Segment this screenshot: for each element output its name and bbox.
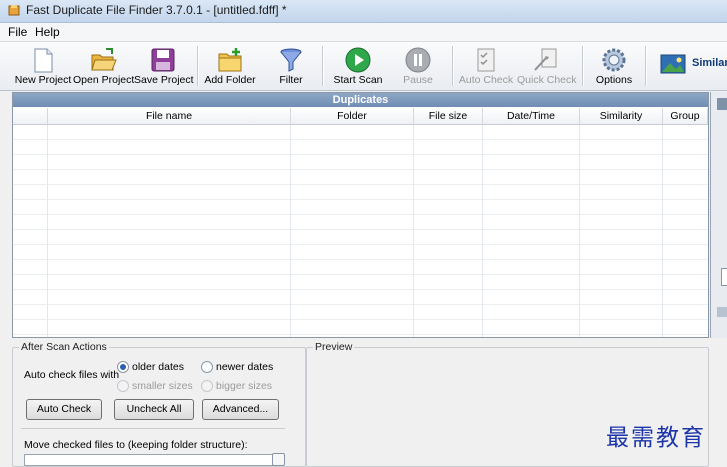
move-files-label: Move checked files to (keeping folder st…	[24, 439, 248, 451]
window-title: Fast Duplicate File Finder 3.7.0.1 - [un…	[26, 3, 287, 17]
bigger-sizes-label: bigger sizes	[216, 380, 273, 392]
options-button[interactable]: Options	[592, 44, 636, 88]
save-disk-icon	[151, 48, 175, 72]
gear-icon	[602, 48, 626, 72]
open-project-button[interactable]: Open Project	[73, 44, 134, 88]
side-panel-divider	[717, 307, 727, 317]
start-scan-button[interactable]: Start Scan	[330, 44, 386, 88]
column-date-time[interactable]: Date/Time	[483, 108, 580, 125]
older-dates-label: older dates	[132, 361, 184, 373]
side-panel	[710, 92, 727, 338]
quick-check-icon	[534, 48, 557, 71]
side-panel-control[interactable]	[721, 268, 727, 286]
pause-icon	[405, 47, 431, 73]
title-bar: Fast Duplicate File Finder 3.7.0.1 - [un…	[0, 0, 727, 23]
newer-dates-label: newer dates	[216, 361, 274, 373]
auto-check-action-button[interactable]: Auto Check	[26, 399, 102, 420]
checkbox-column-header[interactable]	[13, 108, 48, 125]
divider	[21, 428, 285, 429]
menu-bar: File Help	[0, 23, 727, 42]
menu-help[interactable]: Help	[35, 25, 60, 39]
filter-button[interactable]: Filter	[268, 44, 314, 88]
after-scan-actions-group: After Scan Actions Auto check files with…	[12, 341, 306, 467]
add-folder-button[interactable]: Add Folder	[203, 44, 257, 88]
quick-check-button[interactable]: Quick Check	[517, 44, 577, 88]
add-folder-icon	[218, 48, 242, 72]
uncheck-all-button[interactable]: Uncheck All	[114, 399, 194, 420]
column-group[interactable]: Group	[663, 108, 708, 125]
app-icon	[8, 5, 20, 16]
toolbar: New Project Open Project Save Project Ad…	[0, 42, 727, 91]
duplicates-grid-rows[interactable]	[13, 125, 708, 337]
duplicates-header: Duplicates	[13, 93, 708, 107]
after-scan-actions-title: After Scan Actions	[19, 341, 109, 353]
move-destination-input[interactable]	[24, 454, 274, 466]
auto-check-label: Auto check files with	[24, 369, 120, 381]
column-file-name[interactable]: File name	[48, 108, 291, 125]
browse-button[interactable]	[272, 453, 285, 466]
play-icon	[345, 47, 371, 73]
watermark-text: 最需教育	[606, 425, 706, 451]
smaller-sizes-label: smaller sizes	[132, 380, 193, 392]
column-file-size[interactable]: File size	[414, 108, 483, 125]
column-folder[interactable]: Folder	[291, 108, 414, 125]
older-dates-radio[interactable]	[117, 361, 129, 373]
pause-button[interactable]: Pause	[392, 44, 444, 88]
checklist-icon	[477, 48, 495, 72]
similar-images-icon	[660, 54, 686, 74]
advanced-button[interactable]: Advanced...	[202, 399, 279, 420]
smaller-sizes-radio[interactable]	[117, 380, 129, 392]
newer-dates-radio[interactable]	[201, 361, 213, 373]
open-folder-icon	[91, 48, 117, 71]
save-project-button[interactable]: Save Project	[134, 44, 194, 88]
similar-label: Similar	[692, 57, 727, 69]
preview-title: Preview	[313, 341, 355, 353]
filter-funnel-icon	[280, 48, 302, 72]
column-similarity[interactable]: Similarity	[580, 108, 663, 125]
side-panel-header	[717, 98, 727, 110]
duplicates-panel: Duplicates File name Folder File size Da…	[12, 92, 709, 338]
bottom-area: After Scan Actions Auto check files with…	[12, 340, 709, 467]
auto-check-button[interactable]: Auto Check	[458, 44, 514, 88]
bigger-sizes-radio[interactable]	[201, 380, 213, 392]
menu-file[interactable]: File	[8, 25, 27, 39]
similar-images-button[interactable]: Similar	[660, 52, 727, 78]
new-project-button[interactable]: New Project	[14, 44, 72, 88]
new-document-icon	[34, 48, 53, 73]
